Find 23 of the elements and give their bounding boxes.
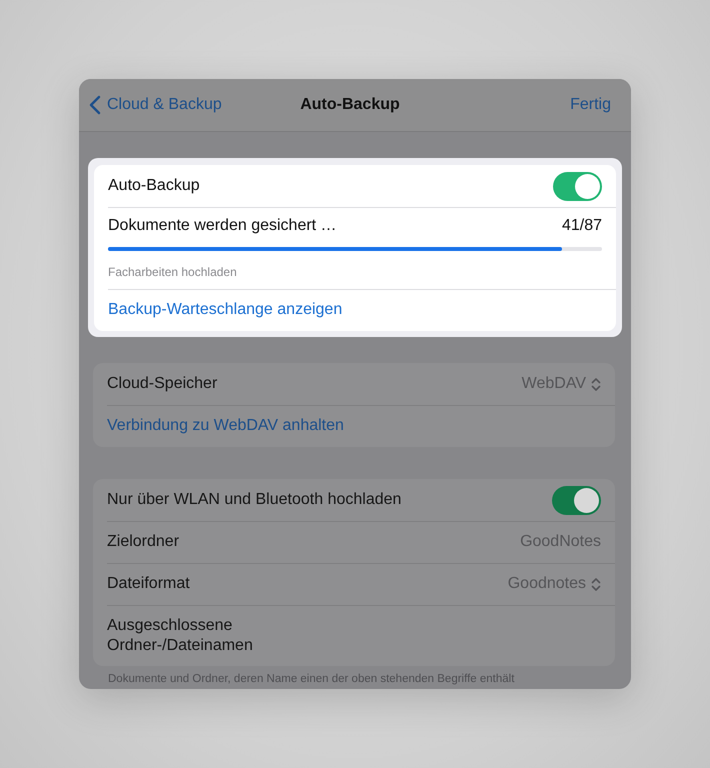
- setting-label: Cloud-Speicher: [107, 374, 218, 394]
- setting-value: GoodNotes: [520, 533, 601, 551]
- setting-label: Dateiformat: [107, 574, 190, 594]
- toggle-switch[interactable]: [552, 486, 601, 514]
- status-text: Dokumente werden gesichert …: [108, 217, 337, 235]
- screen-title: Auto-Backup: [300, 96, 400, 114]
- queue-link[interactable]: Backup-Warteschlange anzeigen: [108, 301, 342, 319]
- footer-note: Dokumente und Ordner, deren Name einen der oben stehenden Begriffe enthält: [108, 673, 514, 685]
- setting-label: Zielordner: [107, 532, 180, 552]
- done-button[interactable]: Fertig: [570, 96, 611, 114]
- picker-value[interactable]: Goodnotes: [508, 575, 601, 593]
- setting-label: Auto-Backup: [108, 177, 200, 195]
- up-down-chevron-icon: [591, 576, 601, 592]
- pause-connection-link[interactable]: Verbindung zu WebDAV anhalten: [107, 416, 344, 436]
- back-chevron-icon: [89, 95, 101, 115]
- setting-label: Nur über WLAN und Bluetooth hochladen: [107, 490, 402, 510]
- caption-text: Facharbeiten hochladen: [108, 264, 238, 281]
- toggle-switch[interactable]: [553, 172, 602, 200]
- back-button[interactable]: Cloud & Backup: [89, 95, 222, 115]
- setting-label: Ausgeschlossene Ordner-/Dateinamen: [107, 616, 253, 656]
- progress-count: 41/87: [562, 217, 602, 235]
- picker-value[interactable]: WebDAV: [522, 375, 601, 393]
- up-down-chevron-icon: [591, 376, 601, 392]
